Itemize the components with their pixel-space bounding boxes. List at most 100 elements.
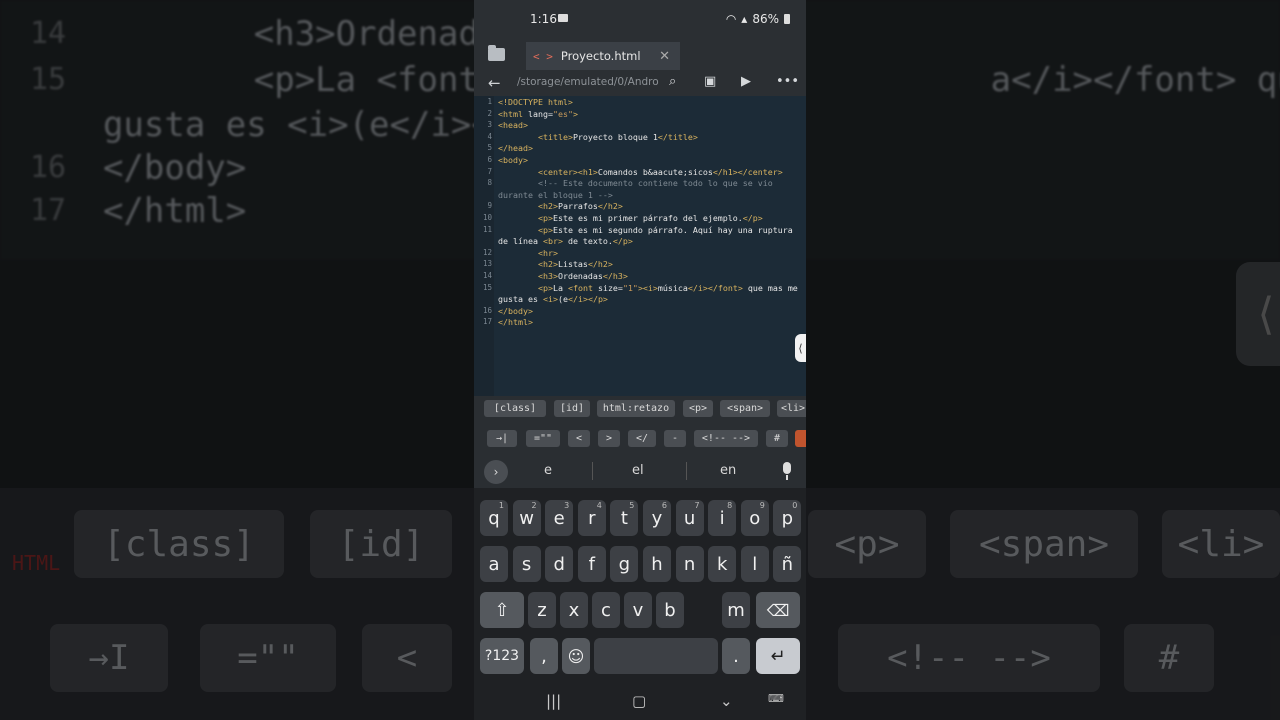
backspace-key[interactable]: ⌫ <box>756 592 800 628</box>
code-line[interactable]: </html> <box>498 317 533 327</box>
snippet-button[interactable]: html:retazo <box>597 400 675 417</box>
microphone-icon[interactable] <box>783 462 791 480</box>
suggestion-word[interactable]: e <box>544 463 552 478</box>
code-line[interactable]: </head> <box>498 143 533 153</box>
status-icons: ◠ ▴ 86% <box>726 12 790 26</box>
line-number: 13 <box>482 259 492 269</box>
recents-icon[interactable]: ||| <box>546 692 561 710</box>
period-key[interactable]: . <box>722 638 750 674</box>
tab-bar: < > Proyecto.html ✕ <box>474 38 806 70</box>
play-icon[interactable]: ▶ <box>741 74 751 89</box>
code-line[interactable]: </body> <box>498 306 533 316</box>
code-line[interactable]: <p>La <font size="1"><i>música</i></font… <box>498 283 798 293</box>
code-line[interactable]: <h2>Listas</h2> <box>498 259 613 269</box>
suggestion-divider <box>686 462 687 480</box>
snippet-button-partial[interactable] <box>795 430 806 447</box>
code-line[interactable]: <body> <box>498 155 528 165</box>
keyboard-switch-icon[interactable]: ⌨ <box>768 692 784 705</box>
code-editor[interactable]: 1 <!DOCTYPE html> 2 <html lang="es"> 3 <head>… <box>474 96 806 396</box>
key-y[interactable]: y6 <box>643 500 671 536</box>
key-r[interactable]: r4 <box>577 500 606 536</box>
key-ñ[interactable]: ñ <box>773 546 802 582</box>
code-line[interactable]: <html lang="es"> <box>498 109 578 119</box>
code-line[interactable]: <hr> <box>498 248 558 258</box>
code-line[interactable]: <center><h1>Comandos b&aacute;sicos</h1>… <box>498 167 783 177</box>
line-number: 7 <box>487 166 492 176</box>
key-b[interactable]: b <box>656 592 684 628</box>
key-e[interactable]: e3 <box>545 500 574 536</box>
more-icon[interactable]: ••• <box>776 74 799 89</box>
shift-key[interactable]: ⇧ <box>480 592 524 628</box>
line-number: 6 <box>487 155 492 164</box>
symbols-key[interactable]: ?123 <box>480 638 524 674</box>
key-p[interactable]: p0 <box>773 500 802 536</box>
snippet-button[interactable]: # <box>766 430 788 447</box>
key-w[interactable]: w2 <box>512 500 541 536</box>
code-line[interactable]: <p>Este es mi primer párrafo del ejemplo… <box>498 213 763 223</box>
file-path: /storage/emulated/0/Andro <box>517 76 659 88</box>
key-z[interactable]: z <box>528 592 556 628</box>
key-u[interactable]: u7 <box>675 500 704 536</box>
snippet-button[interactable]: →| <box>487 430 517 447</box>
code-line[interactable]: <head> <box>498 120 528 130</box>
key-d[interactable]: d <box>545 546 574 582</box>
space-key[interactable] <box>594 638 718 674</box>
code-line[interactable]: gusta es <i>(e</i></p> <box>498 294 608 304</box>
tab-file[interactable]: < > Proyecto.html ✕ <box>526 42 680 70</box>
code-line[interactable]: <h2>Parrafos</h2> <box>498 201 623 211</box>
key-n[interactable]: n <box>675 546 704 582</box>
line-number: 4 <box>487 131 492 141</box>
back-arrow-icon[interactable]: ← <box>488 74 501 92</box>
suggestion-word[interactable]: el <box>632 463 644 478</box>
code-line[interactable]: de línea <br> de texto.</p> <box>498 236 633 246</box>
snippet-button[interactable]: [class] <box>484 400 546 417</box>
key-s[interactable]: s <box>512 546 541 582</box>
code-line[interactable]: <!DOCTYPE html> <box>498 97 573 107</box>
search-icon[interactable]: ⌕ <box>669 74 676 89</box>
key-l[interactable]: l <box>740 546 769 582</box>
key-v[interactable]: v <box>624 592 652 628</box>
key-k[interactable]: k <box>708 546 737 582</box>
snippet-button[interactable]: < <box>568 430 590 447</box>
save-icon[interactable]: ▣ <box>704 74 716 89</box>
suggestion-word[interactable]: en <box>720 463 736 478</box>
snippet-button[interactable]: - <box>664 430 686 447</box>
snippet-button[interactable]: <!-- --> <box>694 430 758 447</box>
home-icon[interactable]: ▢ <box>632 692 646 710</box>
enter-key[interactable]: ↵ <box>756 638 800 674</box>
close-tab-icon[interactable]: ✕ <box>659 49 670 64</box>
snippet-button[interactable]: [id] <box>554 400 590 417</box>
key-o[interactable]: o9 <box>740 500 769 536</box>
code-line[interactable]: <p>Este es mi segundo párrafo. Aquí hay … <box>498 225 793 235</box>
key-h[interactable]: h <box>643 546 671 582</box>
snippet-button[interactable]: > <box>598 430 620 447</box>
key-c[interactable]: c <box>592 592 620 628</box>
line-number: 14 <box>482 271 492 280</box>
key-a[interactable]: a <box>480 546 508 582</box>
folder-icon[interactable] <box>488 45 505 61</box>
code-line[interactable]: <!-- Este documento contiene todo lo que… <box>498 178 773 188</box>
key-f[interactable]: f <box>577 546 606 582</box>
line-number: 15 <box>482 282 492 292</box>
phone-screen: 1:16 ◠ ▴ 86% < > Proyecto.html ✕ ← /stor… <box>474 0 806 720</box>
expand-toolbar-icon[interactable]: › <box>484 460 508 484</box>
key-x[interactable]: x <box>560 592 588 628</box>
line-number: 2 <box>487 108 492 118</box>
snippet-button[interactable]: <p> <box>683 400 713 417</box>
back-chevron-icon[interactable]: ⌄ <box>720 692 733 710</box>
key-g[interactable]: g <box>610 546 639 582</box>
snippet-button[interactable]: ="" <box>526 430 560 447</box>
snippet-button[interactable]: </ <box>628 430 656 447</box>
code-line[interactable]: durante el bloque 1 --> <box>498 190 613 200</box>
key-t[interactable]: t5 <box>610 500 639 536</box>
drawer-handle-icon[interactable]: ⟨ <box>795 334 806 362</box>
key-i[interactable]: i8 <box>708 500 737 536</box>
code-line[interactable]: <h3>Ordenadas</h3> <box>498 271 628 281</box>
snippet-button[interactable]: <span> <box>720 400 770 417</box>
comma-key[interactable]: , <box>530 638 558 674</box>
code-line[interactable]: <title>Proyecto bloque 1</title> <box>498 132 698 142</box>
snippet-button[interactable]: <li> <box>777 400 806 417</box>
emoji-icon[interactable]: ☺ <box>562 638 590 674</box>
key-q[interactable]: q1 <box>480 500 508 536</box>
key-m[interactable]: m <box>722 592 750 628</box>
